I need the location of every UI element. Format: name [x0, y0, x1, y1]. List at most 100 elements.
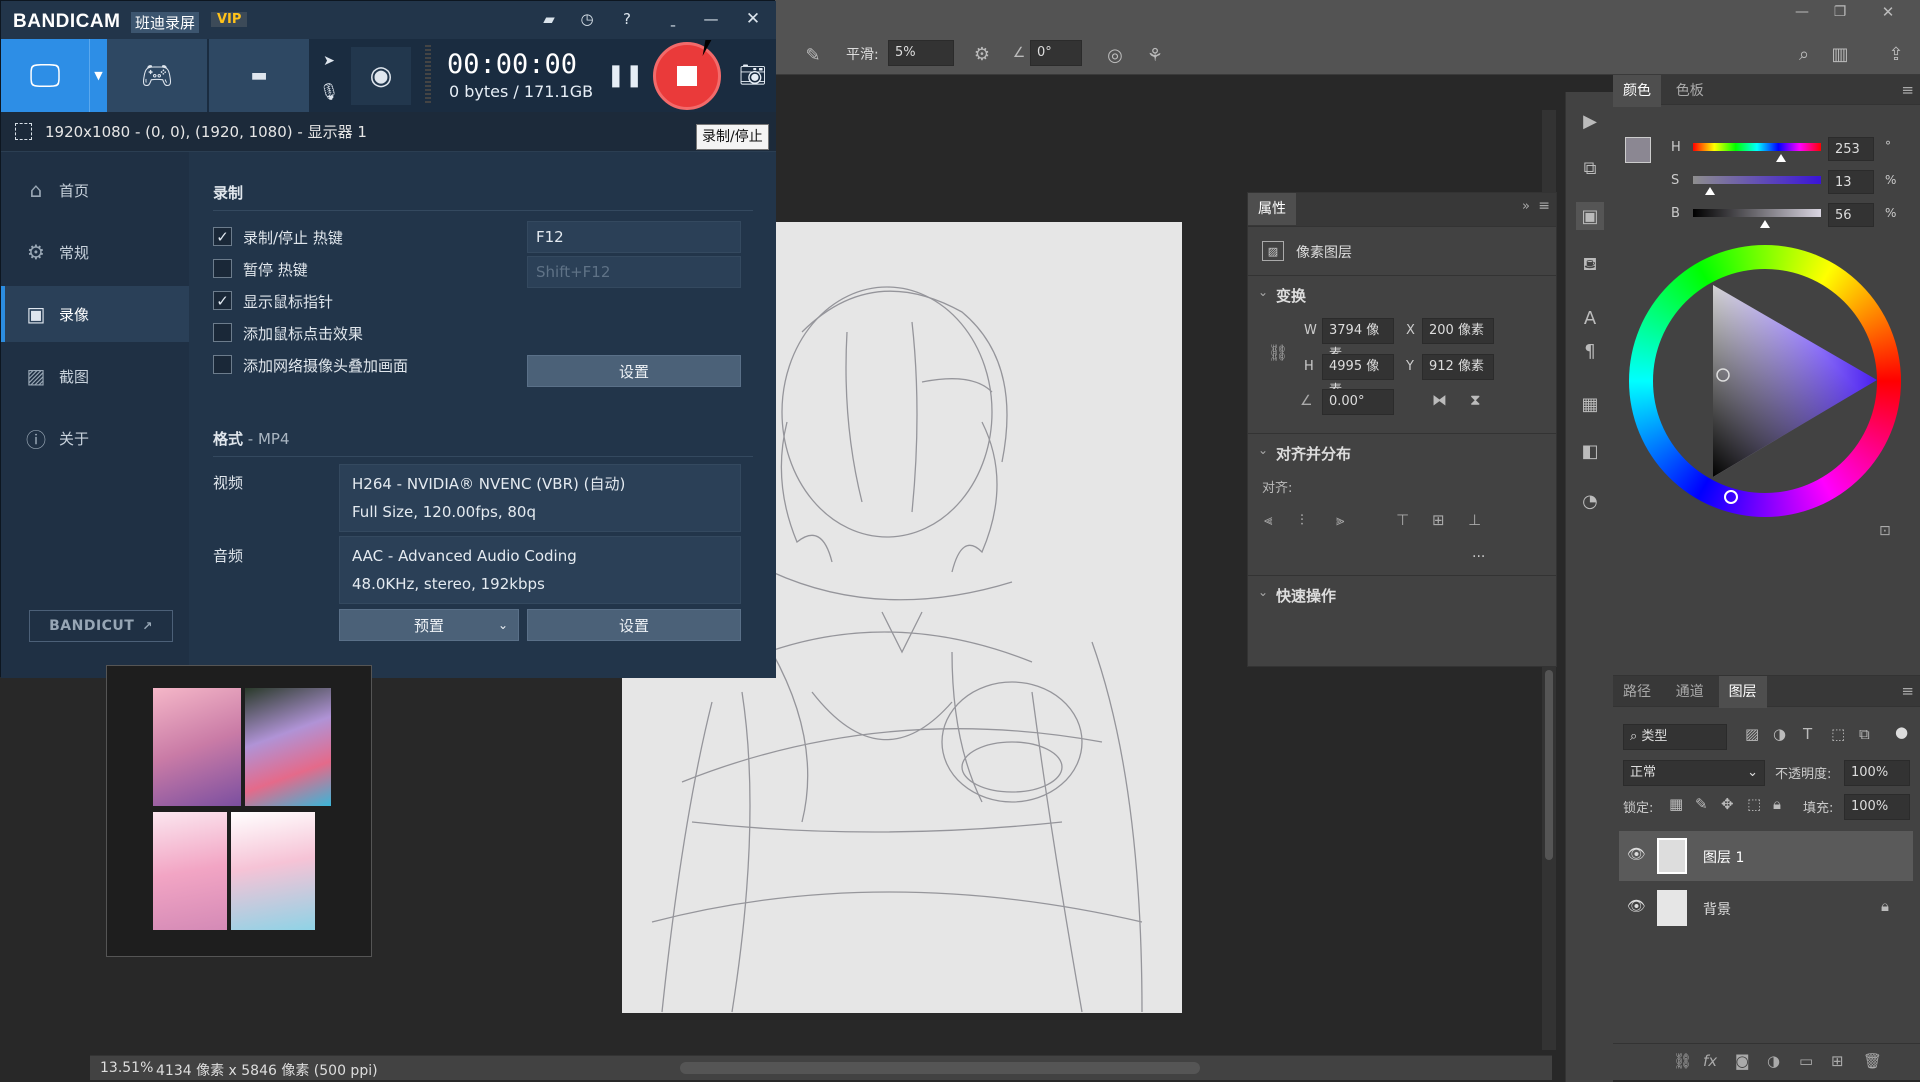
character-icon[interactable]: A [1576, 304, 1604, 332]
folder-icon[interactable]: ▰ [537, 7, 561, 31]
play-action-icon[interactable]: ▶ [1576, 107, 1604, 135]
foreground-color-swatch[interactable] [1625, 137, 1651, 163]
hue-slider[interactable] [1693, 143, 1821, 151]
width-field[interactable]: 3794 像素 [1322, 318, 1394, 362]
gradient-icon[interactable]: ◧ [1576, 437, 1604, 465]
cursor-icon[interactable]: ➤ [317, 49, 341, 73]
height-field[interactable]: 4995 像素 [1322, 354, 1394, 398]
tab-color[interactable]: 颜色 [1613, 75, 1661, 107]
tab-properties[interactable]: 属性 [1248, 193, 1296, 225]
screen-mode-button[interactable]: 🖵︎ [1, 39, 89, 112]
pause-icon[interactable]: ❚❚ [607, 57, 644, 93]
panel-menu-icon[interactable]: ≡ [1538, 198, 1550, 214]
properties-icon[interactable]: ▣ [1576, 202, 1604, 230]
align-center-icon[interactable]: ⫶ [1300, 511, 1304, 529]
sidebar-item-screenshot[interactable]: ▨ 截图 [1, 348, 189, 404]
layer-row[interactable]: 👁︎ 图层 1 [1619, 831, 1913, 881]
horizontal-scrollbar[interactable] [680, 1062, 1200, 1074]
quick-actions-title[interactable]: 快速操作 [1276, 585, 1336, 606]
tab-swatches[interactable]: 色板 [1666, 75, 1714, 107]
opacity-field[interactable]: 100% [1844, 760, 1910, 786]
saturation-field[interactable]: 13 [1828, 170, 1874, 194]
bandicut-button[interactable]: BANDICUT ↗ [29, 610, 173, 642]
tab-paths[interactable]: 路径 [1613, 676, 1661, 708]
webcam-overlay-checkbox[interactable] [213, 355, 232, 374]
format-settings-button[interactable]: 设置 [527, 609, 741, 641]
flip-vertical-icon[interactable]: ⧗ [1470, 391, 1481, 409]
hdmi-mode-button[interactable]: ▬ [209, 39, 309, 112]
document-info[interactable]: 4134 像素 x 5846 像素 (500 ppi) [156, 1060, 378, 1080]
filter-type-icon[interactable]: T [1803, 725, 1812, 743]
recording-area-bar[interactable]: 1920x1080 - (0, 0), (1920, 1080) - 显示器 1 [1, 112, 776, 152]
chevron-down-icon[interactable]: ⌄ [1258, 285, 1268, 299]
tab-channels[interactable]: 通道 [1666, 676, 1714, 708]
audio-format-box[interactable]: AAC - Advanced Audio Coding 48.0KHz, ste… [339, 536, 741, 604]
brush-pressure-icon[interactable]: ✎ [798, 40, 828, 70]
hue-slider-thumb[interactable] [1776, 154, 1786, 162]
lock-pixels-icon[interactable]: ✎ [1695, 795, 1708, 813]
blend-mode-select[interactable]: 正常 ⌄ [1623, 760, 1765, 786]
lock-artboard-icon[interactable]: ⬚ [1747, 795, 1761, 813]
lock-transparent-icon[interactable]: ▦ [1669, 795, 1683, 813]
sidebar-item-general[interactable]: ⚙ 常规 [1, 224, 189, 280]
paragraph-icon[interactable]: ¶ [1576, 337, 1604, 365]
share-icon[interactable]: ⇪ [1882, 40, 1910, 68]
sidebar-item-video[interactable]: ▣ 录像 [1, 286, 189, 342]
video-format-box[interactable]: H264 - NVIDIA® NVENC (VBR) (自动) Full Siz… [339, 464, 741, 532]
grid-icon[interactable]: ▦ [1576, 390, 1604, 418]
flip-horizontal-icon[interactable]: ⧓ [1432, 391, 1447, 409]
collapse-icon[interactable]: ˍ [661, 7, 685, 31]
gear-icon[interactable]: ⚙ [968, 40, 996, 68]
layer-row[interactable]: 👁︎ 背景 🔒︎ [1619, 883, 1913, 933]
reference-image-window[interactable] [106, 665, 372, 957]
trash-icon[interactable]: 🗑︎ [1863, 1052, 1882, 1070]
rotation-field[interactable]: 0.00° [1322, 389, 1394, 415]
layer-name[interactable]: 背景 [1703, 899, 1731, 919]
adjustment-icon[interactable]: ◑ [1767, 1052, 1780, 1070]
saturation-slider-thumb[interactable] [1705, 187, 1715, 195]
brightness-slider[interactable] [1693, 209, 1821, 217]
align-middle-icon[interactable]: ⊞ [1432, 511, 1445, 529]
align-title[interactable]: 对齐并分布 [1276, 443, 1351, 464]
mask-icon[interactable]: ◙ [1735, 1052, 1750, 1070]
hue-field[interactable]: 253 [1828, 137, 1874, 161]
vip-badge[interactable]: VIP [211, 12, 248, 27]
folder-icon[interactable]: ▭ [1799, 1052, 1813, 1070]
pressure-size-icon[interactable]: ◎ [1100, 40, 1130, 70]
history-icon[interactable]: ⧉ [1576, 154, 1604, 182]
click-effect-checkbox[interactable] [213, 323, 232, 342]
angle-field[interactable]: 0° [1030, 40, 1082, 66]
chevron-down-icon[interactable]: ⌄ [1258, 443, 1268, 457]
camera-icon[interactable]: 📷︎ [737, 59, 769, 91]
close-icon[interactable]: ✕ [741, 7, 765, 31]
pause-hotkey-field[interactable]: Shift+F12 [527, 256, 741, 288]
zoom-level[interactable]: 13.51% [100, 1060, 153, 1076]
align-bottom-icon[interactable]: ⊥ [1468, 511, 1481, 529]
filter-toggle-icon[interactable]: ● [1895, 723, 1908, 741]
sidebar-item-home[interactable]: ⌂ 首页 [1, 162, 189, 218]
record-hotkey-field[interactable]: F12 [527, 221, 741, 253]
close-icon[interactable]: ✕ [1876, 2, 1900, 22]
chevron-down-icon[interactable]: ⌄ [1258, 585, 1268, 599]
restore-icon[interactable]: ❐ [1828, 2, 1852, 22]
layer-filter-select[interactable]: ⌕ 类型 [1623, 724, 1727, 750]
smooth-field[interactable]: 5% [888, 40, 954, 66]
link-layers-icon[interactable]: ⛓ [1673, 1052, 1692, 1070]
expand-icon[interactable]: ⊡ [1879, 523, 1891, 539]
brightness-field[interactable]: 56 [1828, 203, 1874, 227]
align-top-icon[interactable]: ⊤ [1396, 511, 1409, 529]
minimize-icon[interactable]: — [699, 7, 723, 31]
panel-collapse-icon[interactable]: » [1522, 199, 1530, 214]
filter-smart-icon[interactable]: ⧉ [1859, 725, 1870, 743]
stamp-icon[interactable]: ⛾ [1576, 252, 1604, 280]
help-icon[interactable]: ? [615, 7, 639, 31]
sidebar-item-about[interactable]: ⓘ 关于 [1, 410, 189, 466]
screen-mode-dropdown[interactable]: ▼ [89, 39, 107, 112]
color-wheel[interactable] [1629, 245, 1901, 517]
align-right-icon[interactable]: ⫸ [1336, 511, 1344, 529]
color-triangle[interactable] [1629, 245, 1901, 517]
symmetry-icon[interactable]: ⚘ [1140, 40, 1170, 70]
fill-field[interactable]: 100% [1844, 794, 1910, 820]
microphone-icon[interactable]: 🎙︎ [317, 79, 341, 103]
preset-button[interactable]: 预置 ⌄ [339, 609, 519, 641]
